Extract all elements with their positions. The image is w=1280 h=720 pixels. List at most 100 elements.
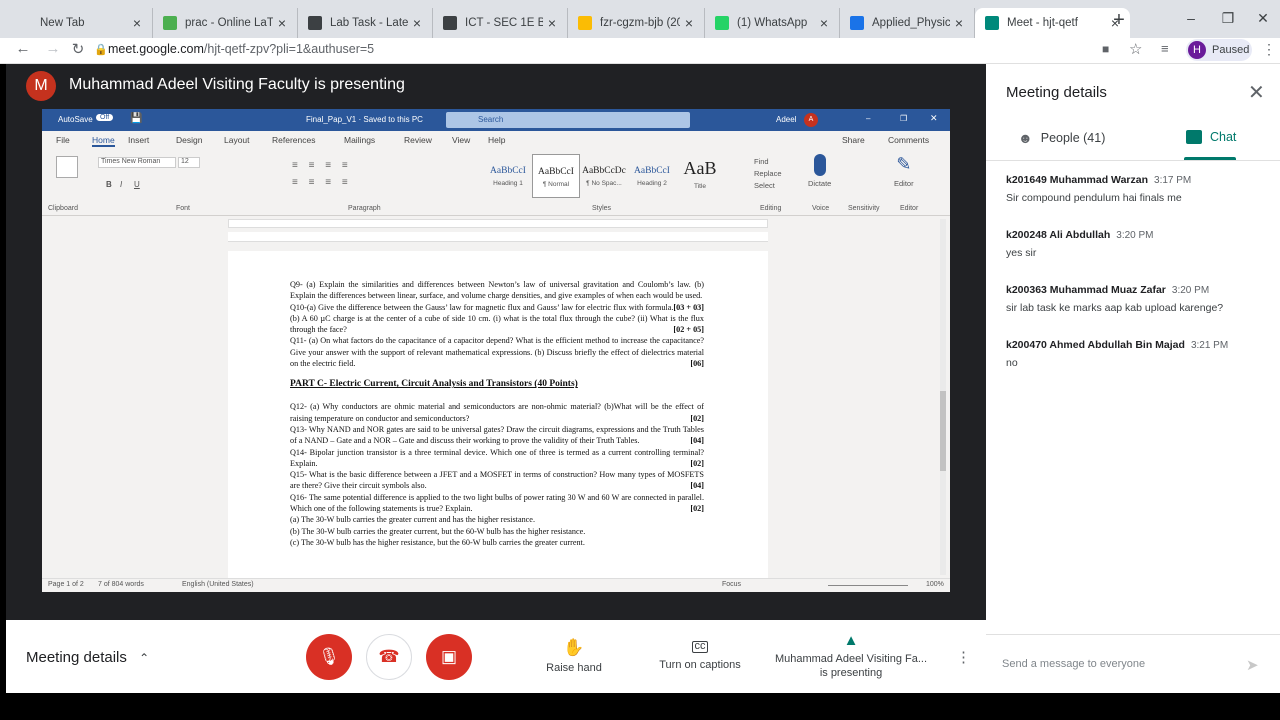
message-time: 3:20 PM [1171, 285, 1210, 296]
tab-close-icon[interactable]: × [273, 15, 291, 31]
word-minimize-icon[interactable]: – [866, 114, 870, 123]
browser-tab[interactable]: fzr-cgzm-bjb (2020× [568, 8, 705, 38]
tab-close-icon[interactable]: × [543, 15, 561, 31]
tab-favicon [578, 16, 592, 30]
presenting-button[interactable]: ▲ Muhammad Adeel Visiting Fa... is prese… [770, 632, 932, 679]
message-sender: k201649 Muhammad Warzan [1006, 174, 1149, 186]
word-menu-insert[interactable]: Insert [128, 135, 149, 145]
send-icon[interactable]: ➤ [1246, 656, 1259, 674]
back-icon[interactable]: ← [12, 40, 34, 57]
star-icon[interactable]: ☆ [1129, 40, 1142, 58]
tab-close-icon[interactable]: × [950, 15, 968, 31]
microphone-off-button[interactable]: 🎙 [306, 634, 352, 680]
style-option[interactable]: AaB Title [676, 154, 724, 198]
word-title-bar: AutoSave Off 💾 Final_Pap_V1 · Saved to t… [42, 109, 950, 131]
meeting-details-button[interactable]: Meeting details ⌃ [26, 649, 149, 666]
address-bar[interactable]: meet.google.com/hjt-qetf-zpv?pli=1&authu… [108, 42, 374, 56]
underline-button[interactable]: U [134, 180, 140, 189]
editing-select-button[interactable]: Select [754, 180, 782, 192]
tab-favicon [163, 16, 177, 30]
new-tab-button[interactable]: + [1108, 9, 1130, 32]
more-options-icon[interactable]: ⋮ [956, 648, 971, 666]
zoom-level[interactable]: 100% [926, 581, 944, 588]
raise-hand-button[interactable]: ✋ Raise hand [546, 638, 602, 674]
tab-close-icon[interactable]: × [815, 15, 833, 31]
style-option[interactable]: AaBbCcDc ¶ No Spac... [580, 154, 628, 198]
word-close-icon[interactable]: ✕ [930, 113, 938, 124]
tab-close-icon[interactable]: × [680, 15, 698, 31]
leave-call-button[interactable]: ☎ [366, 634, 412, 680]
comments-button[interactable]: Comments [888, 135, 929, 145]
browser-tab[interactable]: prac - Online LaTeX× [153, 8, 298, 38]
ribbon-group-clipboard: Clipboard [48, 205, 78, 212]
word-menu-file[interactable]: File [56, 135, 70, 145]
camera-icon[interactable]: ■ [1102, 42, 1109, 56]
dictate-button[interactable]: Dictate [808, 154, 831, 188]
browser-tab[interactable]: (1) WhatsApp × [705, 8, 840, 38]
page-content: Q9- (a) Explain the similarities and dif… [290, 279, 704, 548]
maximize-icon[interactable]: ❐ [1213, 10, 1243, 27]
browser-tab[interactable]: Meet - hjt-qetf × [975, 8, 1130, 38]
style-option[interactable]: AaBbCcI ¶ Normal [532, 154, 580, 198]
editing-find-button[interactable]: Find [754, 156, 782, 168]
editor-button[interactable]: ✎ Editor [894, 154, 914, 188]
ribbon-group-styles: Styles [592, 205, 612, 212]
alignment-icons[interactable]: ≡ ≡ ≡ ≡ [292, 177, 462, 188]
reload-icon[interactable]: ↻ [67, 40, 89, 58]
message-text: sir lab task ke marks aap kab upload kar… [1006, 302, 1224, 314]
autosave-toggle[interactable]: Off [96, 114, 114, 121]
browser-tab[interactable]: Applied_Physics E× [840, 8, 975, 38]
tab-chat[interactable]: Chat [1186, 130, 1236, 144]
tab-people[interactable]: ☻ People (41) [1018, 130, 1105, 146]
search-box[interactable]: Search [446, 112, 690, 128]
reading-list-icon[interactable]: ≡ [1161, 41, 1169, 56]
vertical-scrollbar[interactable] [940, 219, 946, 575]
word-menu-view[interactable]: View [452, 135, 470, 145]
browser-tab[interactable]: ICT - SEC 1E BSCS× [433, 8, 568, 38]
tab-close-icon[interactable]: × [408, 15, 426, 31]
browser-tab[interactable]: New Tab × [8, 8, 153, 38]
captions-button[interactable]: cc Turn on captions [654, 638, 746, 672]
word-menu-bar: File Home Insert Design Layout References Mail… [42, 131, 950, 150]
browser-tab[interactable]: Lab Task - Latex #× [298, 8, 433, 38]
scrollbar-thumb[interactable] [940, 391, 946, 471]
question-paragraph: Q15- What is the basic difference betwee… [290, 469, 704, 492]
focus-button[interactable]: Focus [722, 581, 741, 588]
share-button[interactable]: Share [842, 135, 865, 145]
style-option[interactable]: AaBbCcI Heading 2 [628, 154, 676, 198]
style-option[interactable]: AaBbCcI Heading 1 [484, 154, 532, 198]
tab-title: Meet - hjt-qetf [1007, 17, 1078, 29]
profile-button[interactable]: H Paused [1186, 39, 1252, 61]
close-panel-icon[interactable]: ✕ [1248, 80, 1265, 105]
browser-menu-icon[interactable]: ⋮ [1262, 41, 1276, 58]
message-time: 3:17 PM [1154, 175, 1192, 186]
question-marks: [02] [690, 413, 704, 423]
forward-icon[interactable]: → [42, 40, 64, 57]
tab-close-icon[interactable]: × [128, 15, 146, 31]
word-menu-mailings[interactable]: Mailings [344, 135, 375, 145]
bold-button[interactable]: B [106, 180, 112, 189]
paragraph-icons[interactable]: ≡ ≡ ≡ ≡ [292, 160, 462, 171]
editing-replace-button[interactable]: Replace [754, 168, 782, 180]
word-menu-layout[interactable]: Layout [224, 135, 250, 145]
document-title[interactable]: Final_Pap_V1 · Saved to this PC [306, 115, 423, 124]
word-menu-review[interactable]: Review [404, 135, 432, 145]
word-menu-home[interactable]: Home [92, 135, 115, 147]
chat-input[interactable]: Send a message to everyone [1002, 658, 1145, 670]
zoom-slider[interactable] [828, 585, 908, 586]
paste-icon[interactable] [56, 156, 78, 178]
minimize-icon[interactable]: – [1176, 10, 1206, 26]
ribbon-group-sensitivity: Sensitivity [848, 205, 880, 212]
italic-button[interactable]: I [120, 180, 122, 189]
word-restore-icon[interactable]: ❐ [900, 114, 907, 123]
word-menu-design[interactable]: Design [176, 135, 202, 145]
font-size-box[interactable]: 12 [178, 157, 200, 168]
presenting-label-2: is presenting [819, 667, 883, 679]
close-window-icon[interactable]: ✕ [1248, 10, 1278, 27]
word-menu-references[interactable]: References [272, 135, 315, 145]
style-sample: AaBbCcI [490, 166, 526, 176]
font-name-box[interactable]: Times New Roman [98, 157, 176, 168]
save-icon[interactable]: 💾 [130, 113, 142, 124]
camera-off-button[interactable]: ▣ [426, 634, 472, 680]
word-menu-help[interactable]: Help [488, 135, 505, 145]
